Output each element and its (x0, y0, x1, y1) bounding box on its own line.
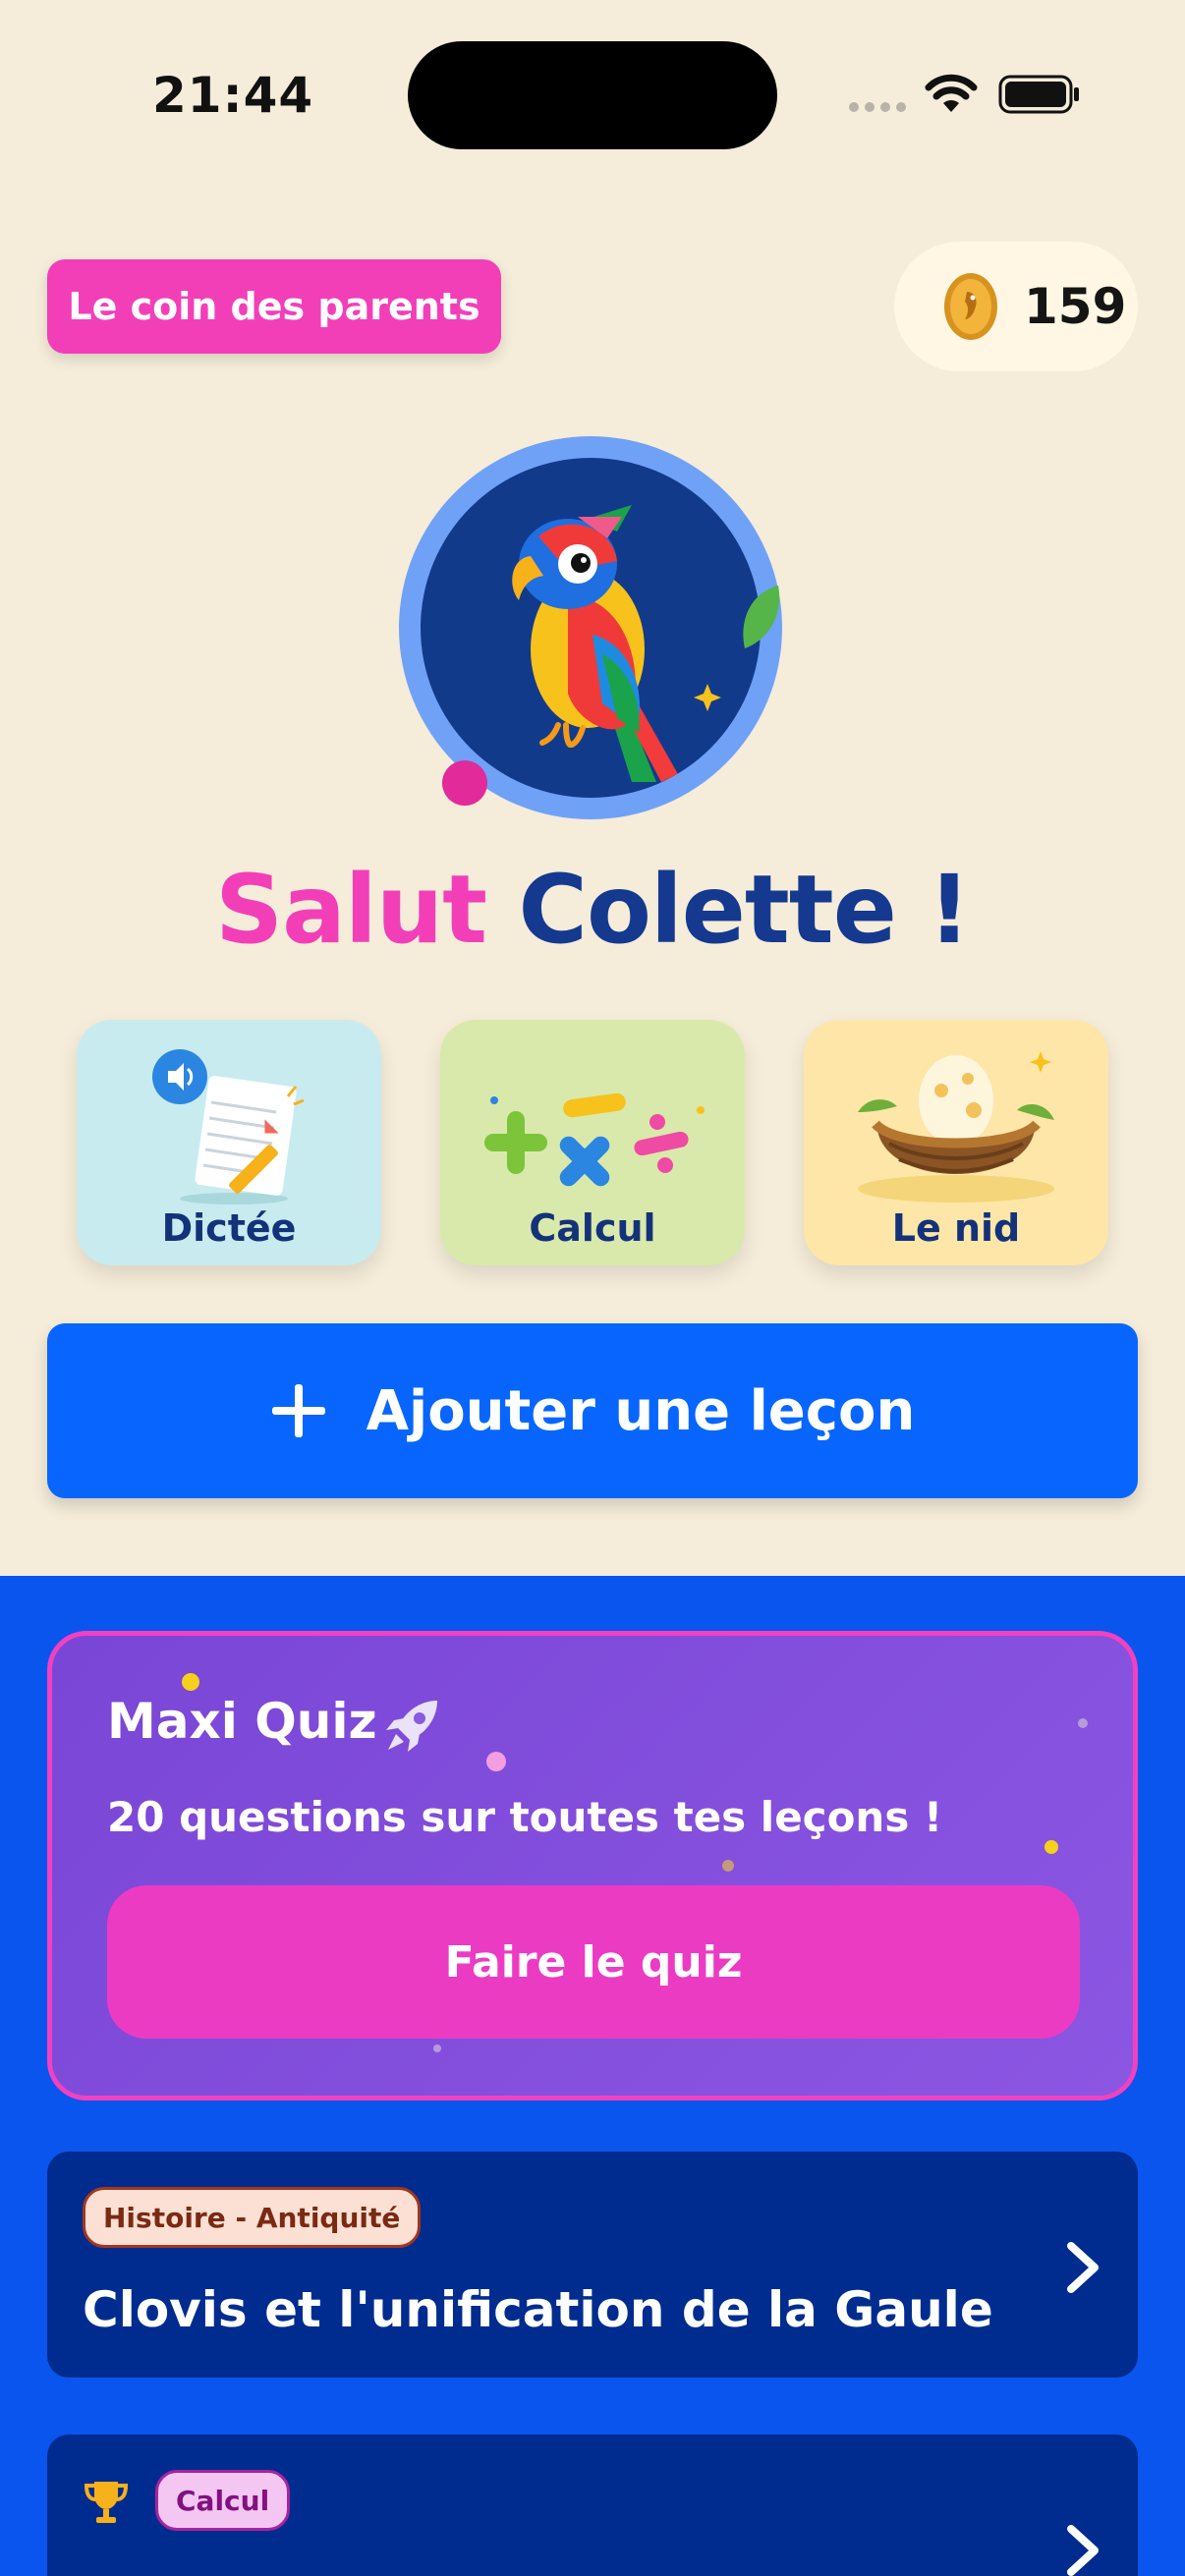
coin-balance[interactable]: 159 (894, 242, 1138, 371)
plus-icon (271, 1384, 325, 1437)
lesson-card[interactable]: Calcul (47, 2435, 1138, 2576)
cellular-signal-icon (849, 102, 906, 112)
quiz-title: Maxi Quiz (107, 1693, 377, 1750)
greeting-name: Colette ! (518, 855, 971, 965)
activity-label-calcul: Calcul (529, 1206, 656, 1250)
activity-label-nid: Le nid (891, 1206, 1021, 1250)
parrot-icon (512, 505, 721, 782)
battery-icon (998, 75, 1079, 114)
dynamic-island (408, 41, 777, 149)
chevron-right-icon (1067, 2525, 1099, 2576)
chevron-right-icon (1067, 2242, 1099, 2293)
status-bar: 21:44 (0, 0, 1185, 187)
lesson-tag: Calcul (155, 2470, 291, 2531)
activity-tile-dictee[interactable]: Dictée (77, 1020, 381, 1265)
maxi-quiz-card: Maxi Quiz 20 questions sur toutes tes le… (47, 1631, 1138, 2100)
status-time: 21:44 (152, 67, 314, 124)
lesson-title: Clovis et l'unification de la Gaule (83, 2281, 993, 2338)
lessons-section: Maxi Quiz 20 questions sur toutes tes le… (0, 1576, 1185, 2576)
quiz-subtitle: 20 questions sur toutes tes leçons ! (107, 1793, 943, 1841)
greeting-title: Salut Colette ! (0, 855, 1185, 965)
start-quiz-button[interactable]: Faire le quiz (107, 1885, 1080, 2039)
wifi-icon (925, 74, 978, 112)
nest-egg-icon (858, 1051, 1054, 1203)
trophy-icon (84, 2482, 129, 2523)
activity-label-dictee: Dictée (161, 1206, 297, 1250)
activity-tile-nid[interactable]: Le nid (804, 1020, 1108, 1265)
parrot-avatar[interactable] (399, 436, 786, 823)
coin-icon (944, 273, 997, 340)
parents-corner-button[interactable]: Le coin des parents (47, 259, 501, 354)
lesson-card[interactable]: Histoire - Antiquité Clovis et l'unifica… (47, 2152, 1138, 2378)
rocket-icon (386, 1701, 437, 1752)
add-lesson-label: Ajouter une leçon (366, 1378, 916, 1443)
dictation-icon (152, 1049, 305, 1204)
lesson-tag: Histoire - Antiquité (83, 2187, 422, 2248)
greeting-hello: Salut (215, 855, 487, 965)
math-symbols-icon (484, 1092, 705, 1187)
coin-count: 159 (1024, 278, 1127, 335)
leaf-icon (743, 586, 780, 648)
activity-tile-calcul[interactable]: Calcul (440, 1020, 745, 1265)
add-lesson-button[interactable]: Ajouter une leçon (47, 1323, 1138, 1498)
